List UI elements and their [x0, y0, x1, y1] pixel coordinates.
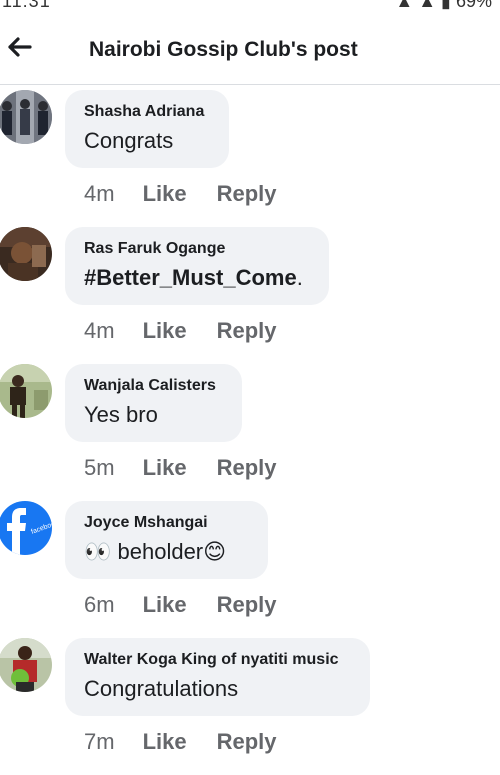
- reply-button[interactable]: Reply: [217, 318, 277, 343]
- back-arrow-icon[interactable]: [4, 32, 34, 62]
- comment-text: Congratulations: [84, 676, 239, 701]
- comment-actions: 4m Like Reply: [84, 318, 307, 344]
- comment-text: Yes bro: [84, 402, 158, 427]
- battery-level: 69%: [455, 0, 492, 11]
- comment-author[interactable]: Walter Koga King of nyatiti music: [84, 651, 339, 669]
- reply-button[interactable]: Reply: [217, 592, 277, 617]
- comment-time: 6m: [84, 592, 115, 617]
- avatar[interactable]: [0, 90, 52, 144]
- reply-button[interactable]: Reply: [217, 181, 277, 206]
- comment-actions: 6m Like Reply: [84, 592, 307, 618]
- comment-bubble[interactable]: Wanjala Calisters Yes bro: [65, 364, 242, 442]
- comment-bubble[interactable]: Joyce Mshangai 👀 beholder😊: [65, 501, 268, 579]
- facebook-logo-icon[interactable]: facebook: [0, 501, 52, 555]
- avatar[interactable]: [0, 638, 52, 692]
- comment-actions: 4m Like Reply: [84, 181, 307, 207]
- comment-text: 👀 beholder😊: [84, 539, 227, 564]
- page-title: Nairobi Gossip Club's post: [89, 38, 358, 61]
- comment-author[interactable]: Joyce Mshangai: [84, 514, 208, 532]
- comment-item: Wanjala Calisters Yes bro 5m Like Reply: [0, 364, 500, 501]
- signal-icon: ▲ ▲ ▮: [395, 0, 456, 11]
- comment-actions: 7m Like Reply: [84, 729, 307, 755]
- comment-item: Shasha Adriana Congrats 4m Like Reply: [0, 90, 500, 227]
- like-button[interactable]: Like: [143, 318, 187, 343]
- comment-author[interactable]: Wanjala Calisters: [84, 377, 216, 395]
- comment-item: facebook Joyce Mshangai 👀 beholder😊 6m Li…: [0, 501, 500, 638]
- comment-bubble[interactable]: Walter Koga King of nyatiti music Congra…: [65, 638, 370, 716]
- comment-time: 5m: [84, 455, 115, 480]
- like-button[interactable]: Like: [143, 729, 187, 754]
- reply-button[interactable]: Reply: [217, 455, 277, 480]
- comment-time: 4m: [84, 181, 115, 206]
- comment-bubble[interactable]: Ras Faruk Ogange #Better_Must_Come.: [65, 227, 329, 305]
- comment-text: #Better_Must_Come.: [84, 265, 303, 291]
- like-button[interactable]: Like: [143, 181, 187, 206]
- comment-actions: 5m Like Reply: [84, 455, 307, 481]
- comment-item: Ras Faruk Ogange #Better_Must_Come. 4m Li…: [0, 227, 500, 364]
- post-header: Nairobi Gossip Club's post: [0, 14, 500, 85]
- comment-item: Walter Koga King of nyatiti music Congra…: [0, 638, 500, 775]
- status-bar: 11:31 ▲ ▲ ▮ 69%: [0, 0, 500, 14]
- status-time: 11:31: [2, 0, 51, 11]
- like-button[interactable]: Like: [143, 592, 187, 617]
- hashtag-link[interactable]: #Better_Must_Come: [84, 265, 297, 290]
- avatar[interactable]: [0, 364, 52, 418]
- like-button[interactable]: Like: [143, 455, 187, 480]
- comment-text: Congrats: [84, 128, 174, 153]
- comment-author[interactable]: Shasha Adriana: [84, 103, 204, 121]
- comment-text-suffix: .: [296, 265, 303, 290]
- comment-bubble[interactable]: Shasha Adriana Congrats: [65, 90, 229, 168]
- avatar[interactable]: [0, 227, 52, 281]
- reply-button[interactable]: Reply: [217, 729, 277, 754]
- comment-author[interactable]: Ras Faruk Ogange: [84, 240, 225, 258]
- comment-time: 7m: [84, 729, 115, 754]
- status-icons: ▲ ▲ ▮ 69%: [395, 0, 492, 12]
- comment-time: 4m: [84, 318, 115, 343]
